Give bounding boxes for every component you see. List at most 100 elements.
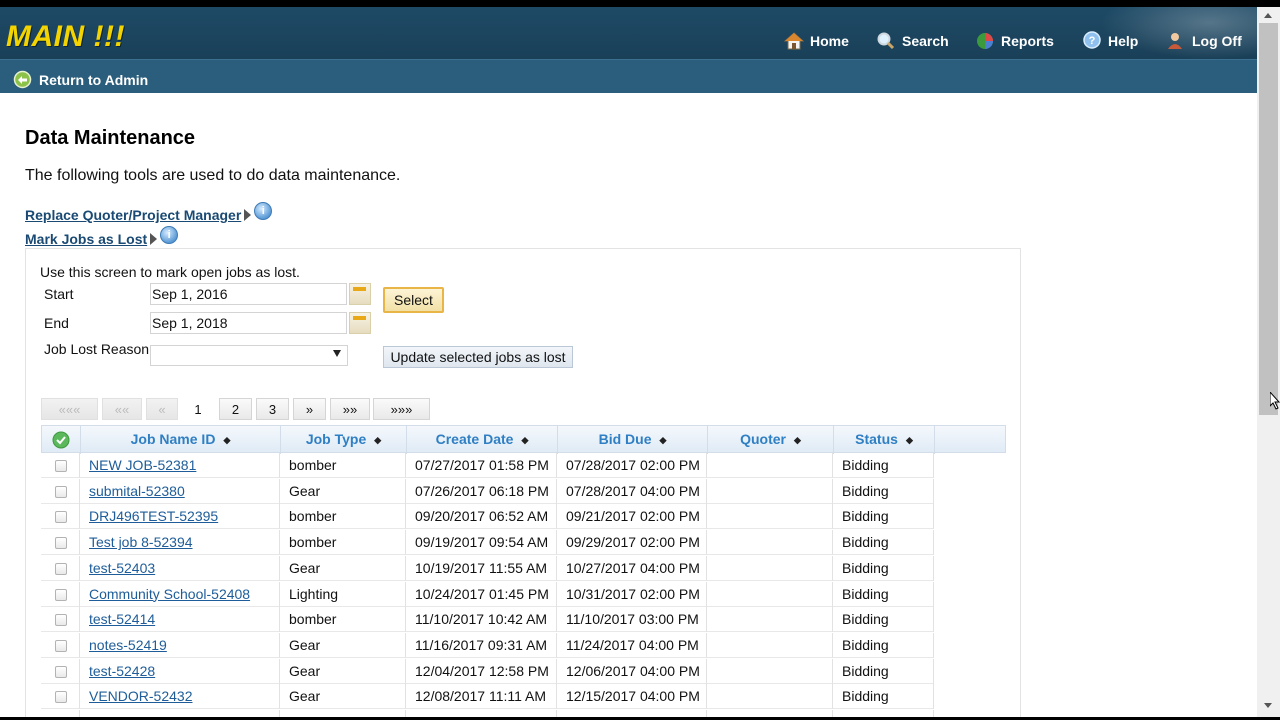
pager-first[interactable]: ««« <box>41 398 98 420</box>
column-header-job-name[interactable]: Job Name ID ◆ <box>81 426 281 454</box>
row-checkbox[interactable] <box>55 614 67 627</box>
vertical-scrollbar[interactable] <box>1257 7 1280 717</box>
cell-type: Gear <box>280 684 406 710</box>
row-checkbox[interactable] <box>55 562 67 575</box>
pager-next[interactable]: » <box>293 398 326 420</box>
cell-job-name: test-52414 <box>80 607 280 633</box>
calendar-icon[interactable] <box>349 283 371 305</box>
pager-prev[interactable]: « <box>146 398 178 420</box>
nav-reports-label: Reports <box>1001 33 1054 49</box>
pager-page-3[interactable]: 3 <box>256 398 289 420</box>
pager-last[interactable]: »»» <box>373 398 430 420</box>
pager-page-2[interactable]: 2 <box>219 398 252 420</box>
column-header-create-date[interactable]: Create Date ◆ <box>407 426 558 454</box>
pager-page-1[interactable]: 1 <box>182 398 214 420</box>
row-checkbox[interactable] <box>55 537 67 550</box>
job-name-link[interactable]: Test job 8-52394 <box>89 534 193 550</box>
cell-created: 11/16/2017 09:31 AM <box>406 632 557 658</box>
scroll-down-arrow-icon[interactable] <box>1264 703 1272 708</box>
cell-status: Bidding <box>833 453 934 478</box>
table-row: DRJ496TEST-52395 bomber 09/20/2017 06:52 A… <box>41 504 934 530</box>
sort-icon: ◆ <box>374 435 382 445</box>
sort-icon: ◆ <box>659 435 667 445</box>
nav-home[interactable]: Home <box>784 29 849 53</box>
job-name-link[interactable]: NEW JOB-52381 <box>89 457 196 473</box>
cell-due: 12/27/2017 04:00 PM <box>557 710 707 717</box>
job-name-link[interactable]: DRJ496TEST-52395 <box>89 508 218 524</box>
cell-job-name: test-52428 <box>80 658 280 684</box>
nav-reports[interactable]: Reports <box>975 29 1054 53</box>
mouse-cursor-icon <box>1270 392 1280 410</box>
replace-quoter-link[interactable]: Replace Quoter/Project Manager i <box>25 202 273 223</box>
cell-due: 07/28/2017 02:00 PM <box>557 453 707 478</box>
column-header-status[interactable]: Status ◆ <box>834 426 935 454</box>
cell-quoter <box>707 530 833 556</box>
select-button[interactable]: Select <box>383 287 444 313</box>
row-checkbox[interactable] <box>55 588 67 601</box>
select-all-header[interactable] <box>42 426 81 454</box>
cell-job-name: DRJ496TEST-52395 <box>80 504 280 530</box>
return-to-admin-link[interactable]: Return to Admin <box>13 70 148 89</box>
row-checkbox[interactable] <box>55 665 67 678</box>
row-checkbox[interactable] <box>55 485 67 498</box>
pager-prev-block[interactable]: «« <box>102 398 142 420</box>
row-checkbox[interactable] <box>55 460 67 472</box>
nav-help[interactable]: ? Help <box>1082 29 1138 53</box>
table-row: notes-52419 Gear 11/16/2017 09:31 AM 11/24/… <box>41 632 934 658</box>
job-name-link[interactable]: VENDOR-52432 <box>89 688 193 704</box>
end-date-input[interactable] <box>150 312 347 334</box>
row-select-cell <box>41 555 80 581</box>
info-icon[interactable]: i <box>160 226 179 244</box>
job-name-link[interactable]: test-52428 <box>89 663 155 679</box>
job-name-link[interactable]: test-52441 <box>89 714 155 717</box>
row-checkbox[interactable] <box>55 691 67 704</box>
cell-created: 10/24/2017 01:45 PM <box>406 581 557 607</box>
mark-jobs-lost-link[interactable]: Mark Jobs as Lost i <box>25 226 179 247</box>
row-checkbox[interactable] <box>55 511 67 524</box>
cell-created: 12/19/2017 11:55 AM <box>406 710 557 717</box>
nav-logoff[interactable]: Log Off <box>1166 29 1242 53</box>
sort-icon: ◆ <box>223 435 231 445</box>
column-job-type-label: Job Type <box>305 431 367 447</box>
cell-due: 11/10/2017 03:00 PM <box>557 607 707 633</box>
cell-quoter <box>707 684 833 710</box>
cell-status: Bidding <box>833 530 934 556</box>
nav-logoff-label: Log Off <box>1192 33 1242 49</box>
check-all-icon[interactable] <box>52 431 70 449</box>
update-jobs-lost-button[interactable]: Update selected jobs as lost <box>383 346 573 368</box>
job-name-link[interactable]: submital-52380 <box>89 483 185 499</box>
return-to-admin-label: Return to Admin <box>39 71 149 88</box>
job-name-link[interactable]: test-52414 <box>89 611 155 627</box>
cell-type: Gear <box>280 478 406 504</box>
row-select-cell <box>41 478 80 504</box>
job-name-link[interactable]: test-52403 <box>89 560 155 576</box>
nav-help-label: Help <box>1108 33 1139 49</box>
cell-quoter <box>707 478 833 504</box>
cell-quoter <box>707 453 833 478</box>
calendar-icon[interactable] <box>349 312 371 334</box>
cell-job-name: Community School-52408 <box>80 581 280 607</box>
scroll-up-arrow-icon[interactable] <box>1264 13 1272 18</box>
nav-search[interactable]: Search <box>876 29 949 53</box>
cell-status: Bidding <box>833 710 934 717</box>
cell-quoter <box>707 504 833 530</box>
column-header-job-type[interactable]: Job Type ◆ <box>281 426 407 454</box>
mark-jobs-lost-label: Mark Jobs as Lost <box>25 231 148 247</box>
job-name-link[interactable]: Community School-52408 <box>89 586 250 602</box>
column-header-bid-due[interactable]: Bid Due ◆ <box>558 426 708 454</box>
table-row: test-52403 Gear 10/19/2017 11:55 AM 10/27/2… <box>41 555 934 581</box>
pager-next-block[interactable]: »» <box>330 398 370 420</box>
start-date-input[interactable] <box>150 283 347 305</box>
row-select-cell <box>41 607 80 633</box>
row-checkbox[interactable] <box>55 639 67 652</box>
job-name-link[interactable]: notes-52419 <box>89 637 167 653</box>
cell-job-name: test-52441 <box>80 710 280 717</box>
job-lost-reason-select[interactable] <box>150 345 348 366</box>
cell-job-name: VENDOR-52432 <box>80 684 280 710</box>
table-row: VENDOR-52432 Gear 12/08/2017 11:11 AM 12/15… <box>41 684 934 710</box>
scrollbar-thumb[interactable] <box>1259 23 1278 415</box>
job-lost-reason-label: Job Lost Reason <box>44 341 150 357</box>
cell-created: 10/19/2017 11:55 AM <box>406 555 557 581</box>
column-header-quoter[interactable]: Quoter ◆ <box>708 426 834 454</box>
info-icon[interactable]: i <box>254 202 273 220</box>
